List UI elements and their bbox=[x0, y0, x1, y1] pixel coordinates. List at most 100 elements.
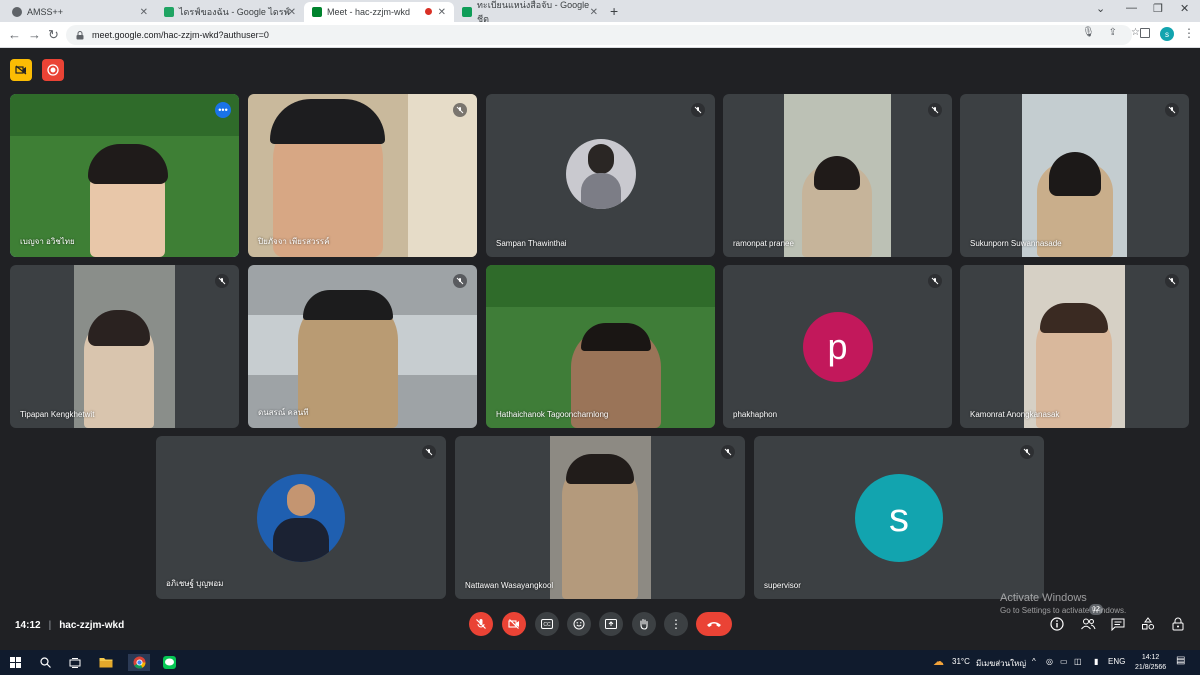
close-icon[interactable]: ✕ bbox=[590, 7, 598, 18]
mic-off-icon bbox=[1165, 103, 1179, 117]
tab-title: ไดรฟ์ของฉัน - Google ไดรฟ์ bbox=[179, 7, 290, 17]
microphone-icon[interactable]: 🎙 bbox=[1082, 27, 1095, 38]
present-button[interactable] bbox=[599, 612, 623, 636]
chat-button[interactable] bbox=[1110, 616, 1126, 632]
meeting-details-button[interactable] bbox=[1049, 616, 1065, 632]
taskbar-clock[interactable]: 14:12 21/8/2566 bbox=[1135, 653, 1166, 673]
temperature: 31°C bbox=[952, 657, 970, 666]
recording-indicator-button[interactable] bbox=[42, 59, 64, 81]
minimize-icon[interactable]: — bbox=[1126, 2, 1137, 14]
raise-hand-button[interactable] bbox=[632, 612, 656, 636]
participant-tile[interactable]: Tipapan Kengkhetwit bbox=[10, 265, 239, 428]
tab-title: Meet - hac-zzjm-wkd bbox=[327, 7, 411, 17]
language-indicator[interactable]: ENG bbox=[1108, 657, 1125, 666]
hang-up-icon bbox=[707, 622, 721, 627]
file-explorer-icon[interactable] bbox=[97, 654, 115, 671]
more-options-icon[interactable]: ••• bbox=[215, 102, 231, 118]
chrome-icon[interactable] bbox=[128, 654, 150, 671]
microphone-icon[interactable]: ▮ bbox=[1094, 657, 1098, 666]
restore-icon[interactable]: ❐ bbox=[1153, 2, 1163, 15]
mic-off-icon bbox=[215, 274, 229, 288]
sheets-icon bbox=[462, 7, 472, 17]
share-icon[interactable]: ⇪ bbox=[1109, 27, 1117, 38]
chevron-down-icon[interactable]: ⌄ bbox=[1096, 2, 1105, 15]
tray-chevron-icon[interactable]: ^ bbox=[1032, 657, 1036, 666]
svg-text:CC: CC bbox=[543, 622, 551, 628]
participant-tile[interactable]: Kamonrat Anongkanasak bbox=[960, 265, 1189, 428]
participant-tile[interactable]: Hathaichanok Tagooncharnlong bbox=[486, 265, 715, 428]
window-close-icon[interactable]: ✕ bbox=[1180, 2, 1189, 15]
mic-toggle-button[interactable] bbox=[469, 612, 493, 636]
tab-sheets[interactable]: ทะเบียนแหน่งสือจับ - Google ชีต ✕ bbox=[454, 0, 606, 24]
more-options-button[interactable]: ⋮ bbox=[664, 612, 688, 636]
notifications-icon[interactable]: ▤ bbox=[1176, 655, 1185, 666]
task-view-icon[interactable] bbox=[66, 654, 84, 671]
bookmark-star-icon[interactable]: ☆ bbox=[1131, 27, 1140, 38]
forward-icon[interactable]: → bbox=[28, 27, 41, 42]
participant-name: Hathaichanok Tagooncharnlong bbox=[496, 410, 609, 419]
mic-off-icon bbox=[422, 445, 436, 459]
leave-call-button[interactable] bbox=[696, 612, 732, 636]
hand-icon bbox=[640, 618, 648, 630]
meeting-code: hac-zzjm-wkd bbox=[59, 620, 125, 631]
participant-name: ramonpat pranee bbox=[733, 239, 794, 248]
mic-off-icon bbox=[928, 274, 942, 288]
camera-off-notice-button[interactable] bbox=[10, 59, 32, 81]
activities-button[interactable] bbox=[1140, 616, 1156, 632]
participant-name: Tipapan Kengkhetwit bbox=[20, 410, 95, 419]
present-screen-icon bbox=[605, 619, 617, 629]
new-tab-icon[interactable]: + bbox=[610, 3, 618, 19]
back-icon[interactable]: ← bbox=[8, 27, 21, 42]
line-app-icon[interactable] bbox=[160, 654, 178, 671]
activities-icon bbox=[1142, 617, 1155, 630]
tab-amss[interactable]: AMSS++ ✕ bbox=[4, 2, 156, 22]
captions-button[interactable]: CC bbox=[535, 612, 559, 636]
recording-dot-icon bbox=[425, 8, 432, 15]
participant-tile[interactable]: Nattawan Wasayangkool bbox=[455, 436, 745, 599]
participant-tile[interactable]: p phakhaphon bbox=[723, 265, 952, 428]
participant-tile[interactable]: ดนสรณ์ คลนที bbox=[248, 265, 477, 428]
participant-name: เบญจา อวิชไทย bbox=[20, 237, 75, 246]
url-text: meet.google.com/hac-zzjm-wkd?authuser=0 bbox=[92, 30, 269, 40]
url-field[interactable]: meet.google.com/hac-zzjm-wkd?authuser=0 bbox=[66, 25, 1132, 45]
participant-tile[interactable]: ramonpat pranee bbox=[723, 94, 952, 257]
reload-icon[interactable]: ↻ bbox=[48, 27, 59, 43]
video-feed bbox=[74, 265, 175, 428]
search-icon[interactable] bbox=[36, 654, 54, 671]
profile-avatar[interactable]: s bbox=[1160, 27, 1174, 41]
participant-tile[interactable]: ••• เบญจา อวิชไทย bbox=[10, 94, 239, 257]
participant-tile[interactable]: Sukunporn Suwannasade bbox=[960, 94, 1189, 257]
participant-name: Sampan Thawinthai bbox=[496, 239, 567, 248]
windows-taskbar: ☁ 31°C มีเมฆส่วนใหญ่ ^ ◎ ▭ ◫ ▮ ENG 14:12… bbox=[0, 650, 1200, 675]
windows-start-icon[interactable] bbox=[6, 654, 24, 671]
mic-off-icon bbox=[928, 103, 942, 117]
reactions-button[interactable] bbox=[567, 612, 591, 636]
participant-tile[interactable]: ปิยภัจจา เพียรสวรรค์ bbox=[248, 94, 477, 257]
weather-description: มีเมฆส่วนใหญ่ bbox=[976, 659, 1027, 668]
participant-name: อภิเชษฐ์ บุญพอม bbox=[166, 579, 224, 588]
side-panel-icon[interactable] bbox=[1140, 28, 1150, 38]
tab-meet[interactable]: Meet - hac-zzjm-wkd ✕ bbox=[304, 2, 454, 22]
video-feed bbox=[248, 265, 477, 428]
close-icon[interactable]: ✕ bbox=[288, 7, 296, 18]
camera-toggle-button[interactable] bbox=[502, 612, 526, 636]
close-icon[interactable]: ✕ bbox=[438, 7, 446, 18]
participant-name: ปิยภัจจา เพียรสวรรค์ bbox=[258, 237, 330, 246]
activate-windows-watermark: Activate Windows Go to Settings to activ… bbox=[1000, 592, 1126, 615]
browser-menu-icon[interactable]: ⋮ bbox=[1183, 26, 1195, 40]
mic-off-icon bbox=[453, 274, 467, 288]
participant-tile[interactable]: s supervisor bbox=[754, 436, 1044, 599]
close-icon[interactable]: ✕ bbox=[140, 7, 148, 18]
display-icon[interactable]: ◫ bbox=[1074, 657, 1082, 666]
network-icon[interactable]: ▭ bbox=[1060, 657, 1068, 666]
participant-tile[interactable]: อภิเชษฐ์ บุญพอม bbox=[156, 436, 446, 599]
chat-icon bbox=[1111, 618, 1125, 631]
tray-app-icon[interactable]: ◎ bbox=[1046, 657, 1053, 666]
host-controls-button[interactable] bbox=[1170, 616, 1186, 632]
globe-icon bbox=[12, 7, 22, 17]
clock-date: 21/8/2566 bbox=[1135, 664, 1167, 671]
tab-drive[interactable]: ไดรฟ์ของฉัน - Google ไดรฟ์ ✕ bbox=[156, 2, 304, 22]
people-button[interactable] bbox=[1080, 616, 1096, 632]
participant-name: supervisor bbox=[764, 581, 801, 590]
participant-tile[interactable]: Sampan Thawinthai bbox=[486, 94, 715, 257]
